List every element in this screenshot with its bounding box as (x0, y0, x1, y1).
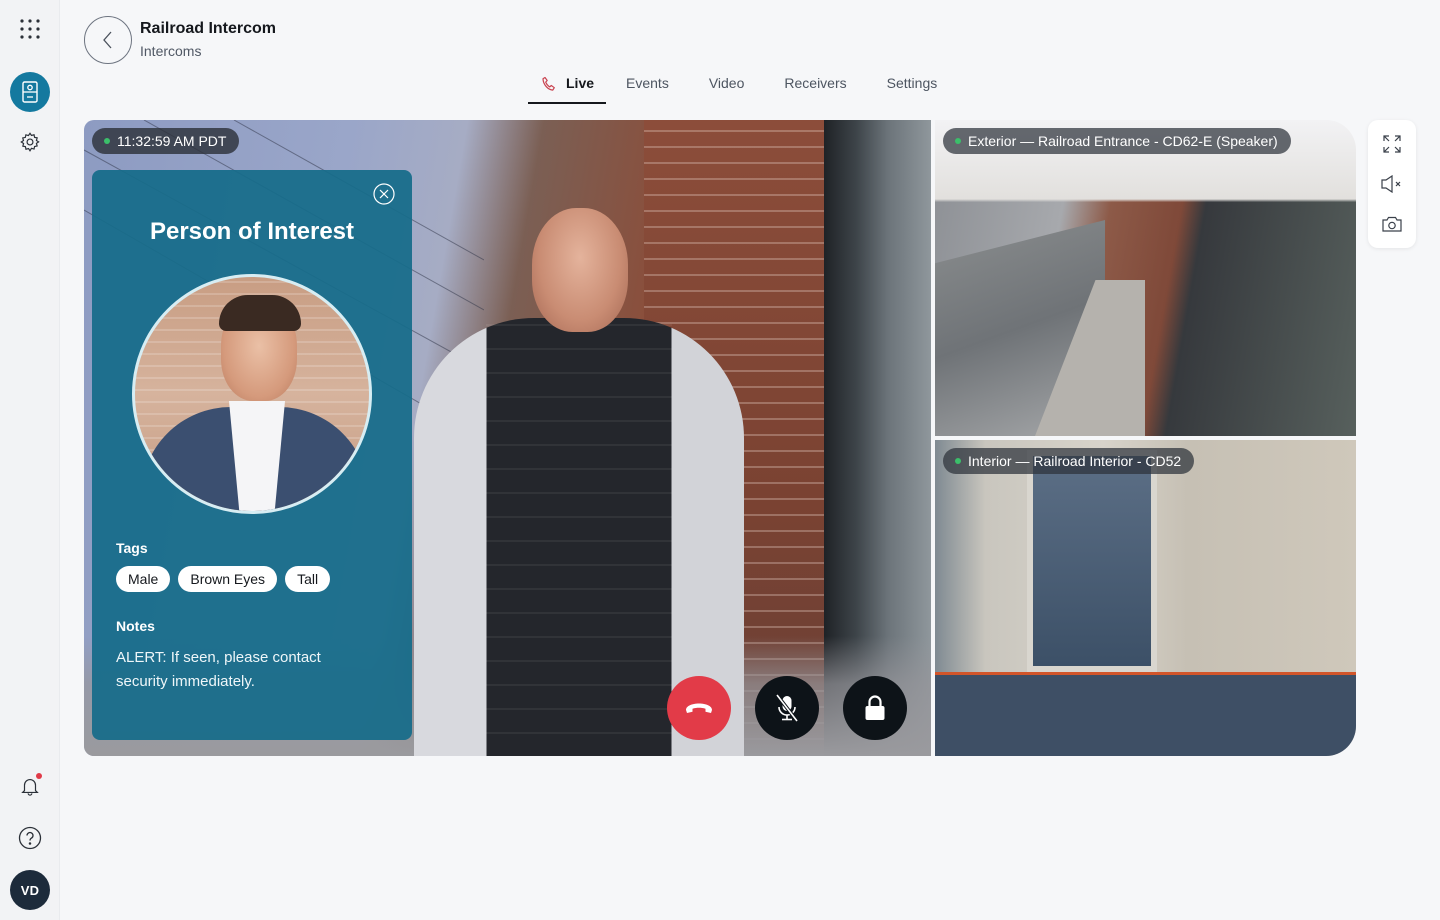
breadcrumb[interactable]: Intercoms (140, 43, 201, 59)
tag-list: Male Brown Eyes Tall (116, 566, 331, 592)
avatar-initials: VD (20, 882, 40, 898)
visitor (414, 208, 744, 756)
notifications-button[interactable] (10, 766, 50, 806)
timestamp: 11:32:59 AM PDT (117, 133, 227, 149)
timestamp-badge: 11:32:59 AM PDT (92, 128, 240, 154)
user-avatar[interactable]: VD (10, 870, 50, 910)
close-icon (373, 183, 395, 205)
sidebar-item-intercoms[interactable] (10, 72, 50, 112)
person-of-interest-panel: Person of Interest Tags Male Brown Eyes … (92, 170, 412, 740)
notes-label: Notes (116, 618, 155, 634)
interior-camera-feed[interactable]: Interior — Railroad Interior - CD52 (935, 440, 1356, 756)
mic-off-icon (775, 693, 799, 723)
help-button[interactable] (10, 818, 50, 858)
tab-label: Events (626, 75, 669, 91)
intercom-icon (22, 81, 38, 103)
main-video-feed[interactable]: 11:32:59 AM PDT Person of Interest Tags … (84, 120, 931, 756)
snapshot-button[interactable] (1380, 212, 1404, 236)
speaker-mute-icon (1381, 175, 1401, 193)
chevron-left-icon (103, 31, 112, 49)
exterior-camera-feed[interactable]: Exterior — Railroad Entrance - CD62-E (S… (935, 120, 1356, 436)
tab-receivers[interactable]: Receivers (764, 66, 866, 104)
mute-microphone-button[interactable] (755, 676, 819, 740)
speaker-mute-button[interactable] (1380, 172, 1404, 196)
tab-label: Receivers (784, 75, 847, 91)
tag-chip: Male (116, 566, 171, 592)
tab-settings[interactable]: Settings (867, 66, 958, 104)
phone-hangup-icon (686, 703, 712, 713)
live-indicator (955, 138, 961, 144)
close-panel-button[interactable] (373, 183, 395, 205)
fullscreen-button[interactable] (1380, 132, 1404, 156)
camera-label: Interior — Railroad Interior - CD52 (943, 448, 1195, 474)
notification-badge (36, 773, 42, 779)
help-icon (18, 826, 42, 850)
lock-icon (865, 695, 885, 720)
back-button[interactable] (84, 16, 132, 64)
tab-live[interactable]: Live (528, 66, 607, 104)
gear-icon (20, 132, 40, 152)
tag-chip: Tall (285, 566, 331, 592)
door-lock-button[interactable] (843, 676, 907, 740)
sidebar-item-settings[interactable] (10, 122, 50, 162)
camera-label: Exterior — Railroad Entrance - CD62-E (S… (943, 128, 1291, 154)
grid-icon (20, 19, 40, 39)
interior-door (1027, 450, 1157, 672)
phone-icon (542, 76, 555, 91)
interior-floor (935, 672, 1356, 756)
tab-events[interactable]: Events (606, 66, 689, 104)
hang-up-button[interactable] (667, 676, 731, 740)
tab-video[interactable]: Video (689, 66, 765, 104)
tab-label: Video (708, 75, 745, 91)
tab-label: Live (566, 75, 595, 91)
tag-chip: Brown Eyes (178, 566, 278, 592)
sidebar: VD (0, 0, 60, 920)
page-title: Railroad Intercom (140, 20, 277, 37)
apps-menu-button[interactable] (10, 9, 50, 49)
panel-title: Person of Interest (149, 218, 355, 245)
tab-bar: Live Events Video Receivers Settings (528, 66, 957, 104)
camera-name: Exterior — Railroad Entrance - CD62-E (S… (968, 133, 1278, 149)
live-indicator (955, 458, 961, 464)
video-toolbar (1368, 120, 1416, 248)
live-indicator (104, 138, 110, 144)
person-photo (132, 274, 372, 514)
camera-icon (1382, 216, 1402, 232)
tab-label: Settings (886, 75, 938, 91)
notes-text: ALERT: If seen, please contact security … (116, 649, 321, 690)
camera-name: Interior — Railroad Interior - CD52 (968, 453, 1182, 469)
tags-label: Tags (116, 540, 148, 556)
expand-icon (1383, 135, 1401, 153)
